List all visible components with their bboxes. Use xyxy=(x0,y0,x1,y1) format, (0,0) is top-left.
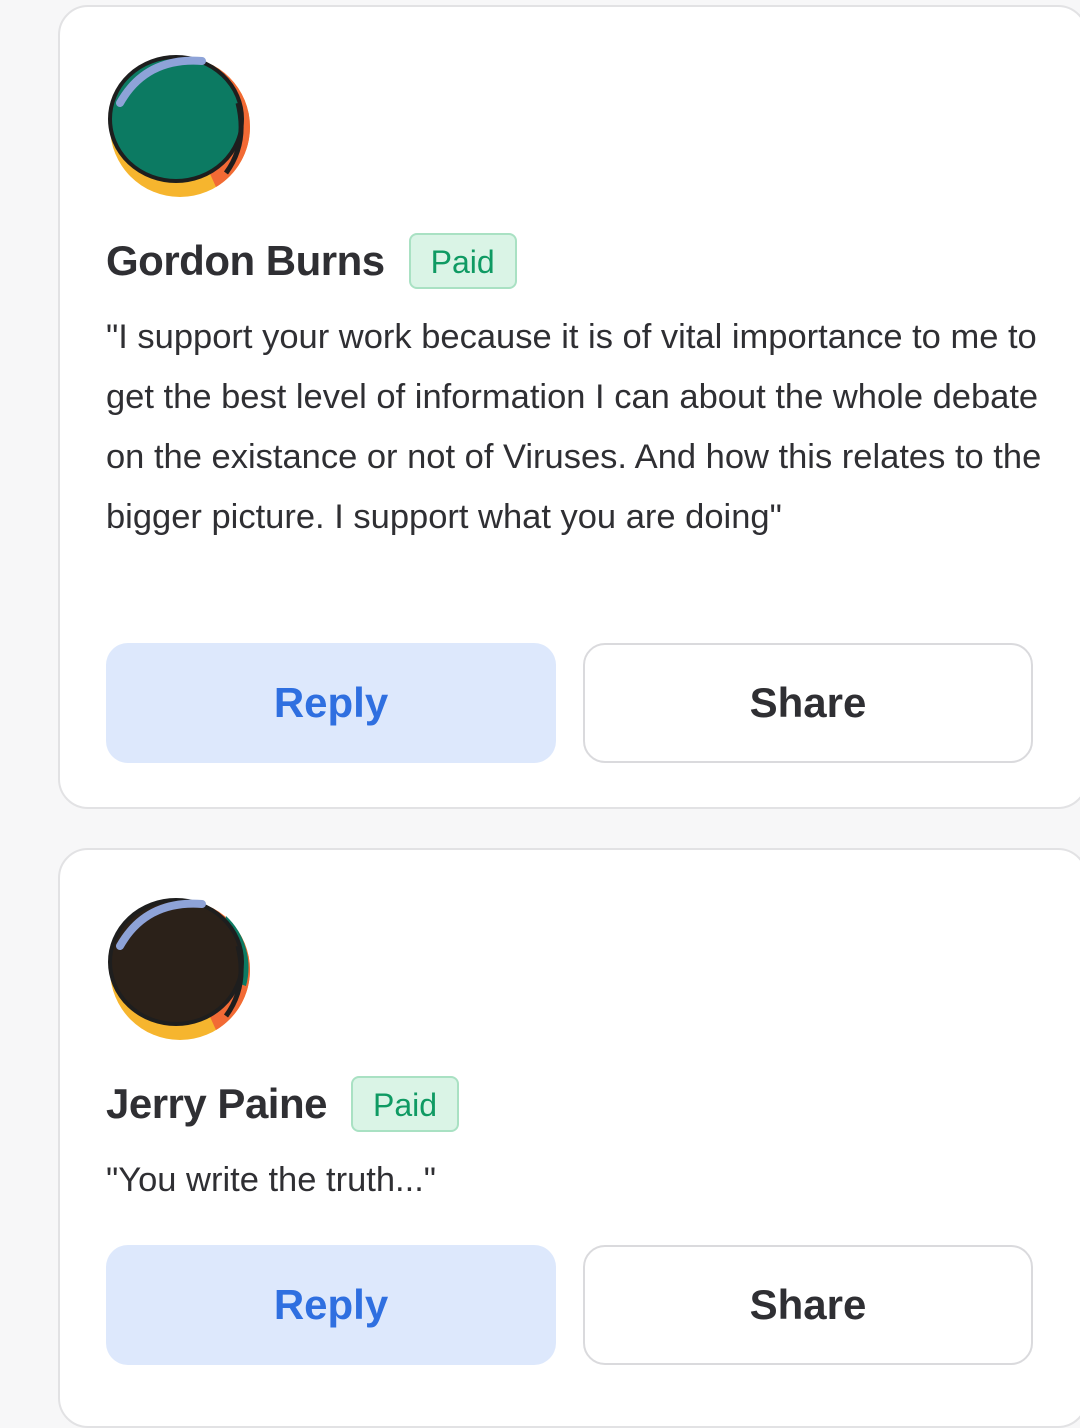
reply-button[interactable]: Reply xyxy=(106,1245,556,1365)
comment-header: Gordon Burns Paid xyxy=(106,233,517,289)
paid-badge: Paid xyxy=(351,1076,460,1132)
avatar[interactable] xyxy=(106,53,254,201)
avatar-image xyxy=(108,55,250,197)
share-button[interactable]: Share xyxy=(583,643,1033,763)
comment-text: "I support your work because it is of vi… xyxy=(106,318,1042,536)
author-name[interactable]: Jerry Paine xyxy=(106,1080,328,1128)
share-button[interactable]: Share xyxy=(583,1245,1033,1365)
comment-card: Jerry Paine Paid "You write the truth...… xyxy=(58,848,1080,1428)
paid-badge: Paid xyxy=(408,233,517,289)
author-name[interactable]: Gordon Burns xyxy=(106,237,385,285)
reply-button[interactable]: Reply xyxy=(106,643,556,763)
comment-header: Jerry Paine Paid xyxy=(106,1076,460,1132)
comment-text: "You write the truth..." xyxy=(106,1161,437,1199)
avatar-image xyxy=(108,898,250,1040)
avatar[interactable] xyxy=(106,896,254,1044)
comment-card: Gordon Burns Paid "I support your work b… xyxy=(58,5,1080,809)
